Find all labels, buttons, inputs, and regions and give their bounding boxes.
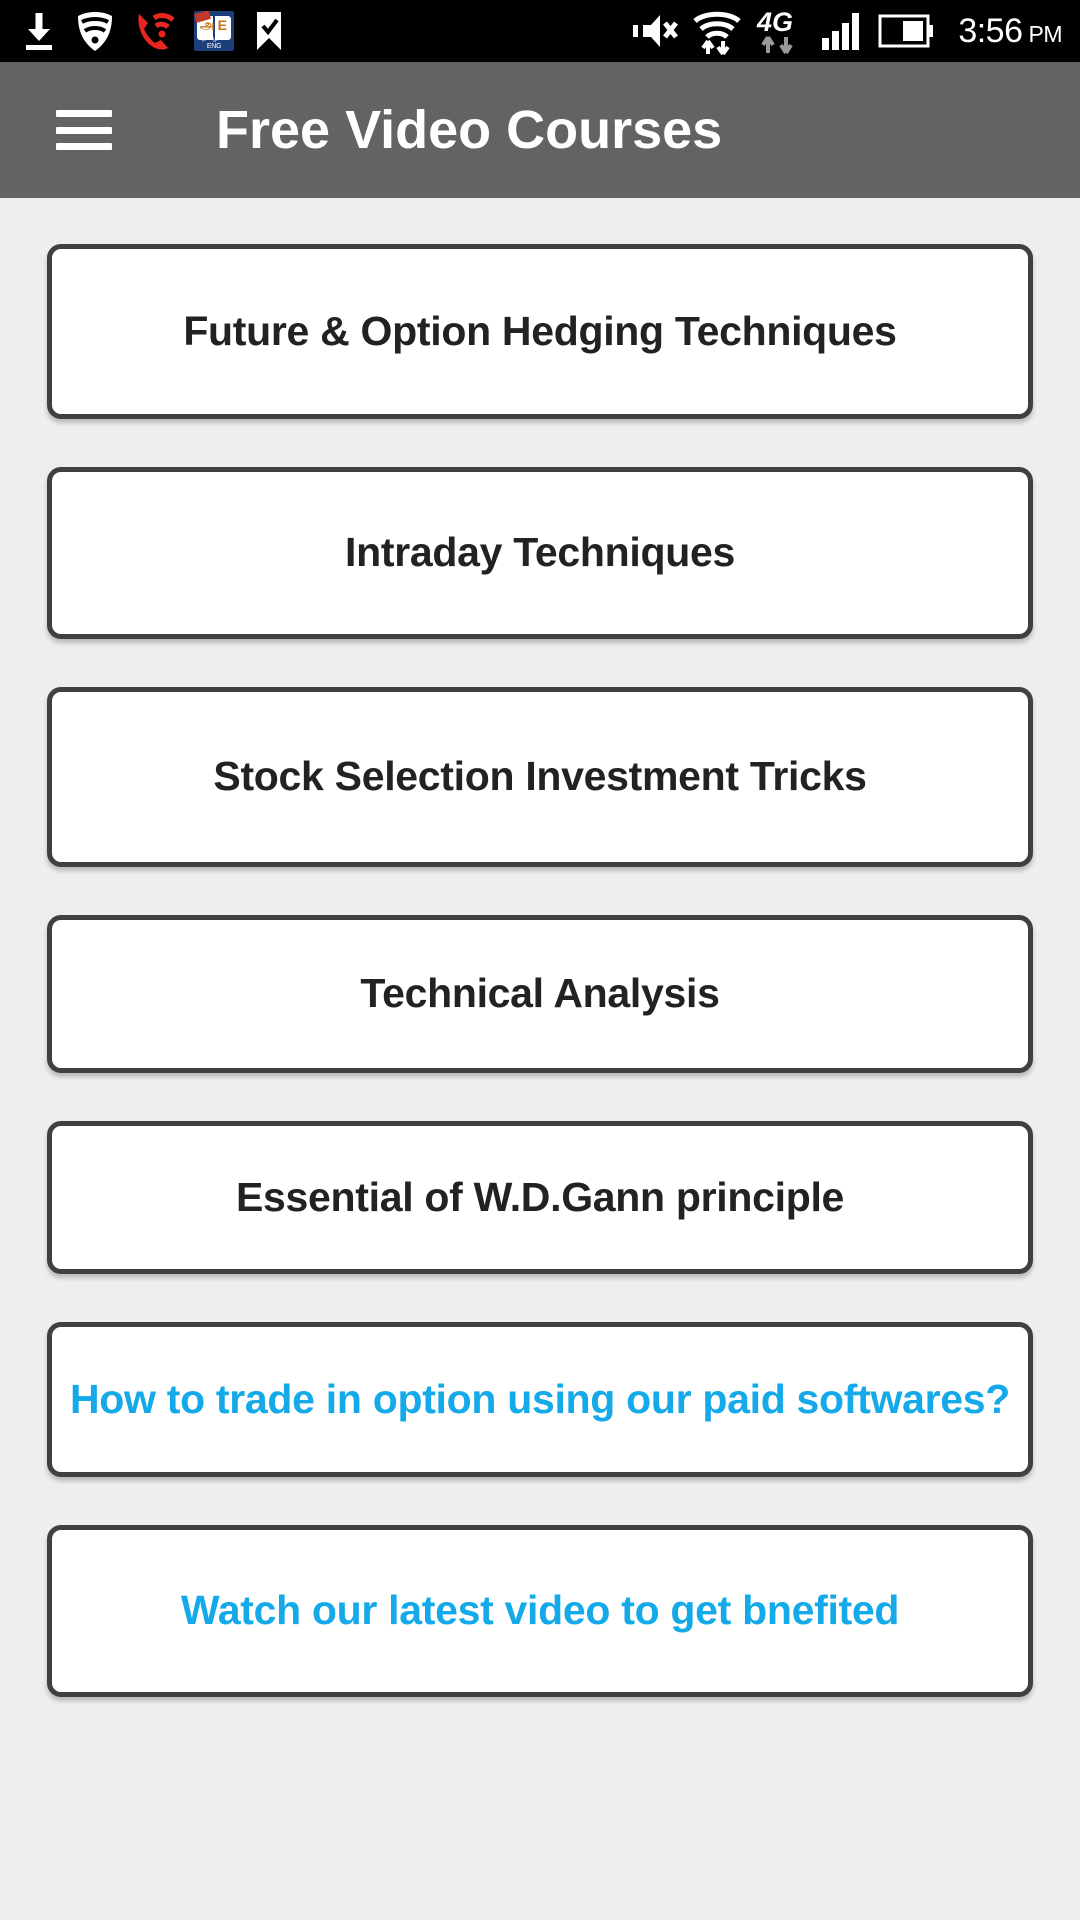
status-bar: அ E தமிழ் ↔ ENG 4G 3:56 PM <box>0 0 1080 62</box>
course-card-label: Technical Analysis <box>360 970 720 1017</box>
course-card-label: Intraday Techniques <box>345 529 735 576</box>
app-bar: Free Video Courses <box>0 62 1080 198</box>
dictionary-app-icon: அ E தமிழ் ↔ ENG <box>194 11 234 51</box>
download-icon <box>26 13 52 50</box>
status-bar-left-icons: அ E தமிழ் ↔ ENG <box>22 10 284 52</box>
course-card-label: How to trade in option using our paid so… <box>70 1375 1010 1422</box>
course-card-label: Future & Option Hedging Techniques <box>183 307 897 354</box>
page-title: Free Video Courses <box>216 100 723 160</box>
vowifi-call-icon <box>138 13 174 50</box>
clock-ampm: PM <box>1028 20 1063 47</box>
course-card-future-option-hedging-techniques[interactable]: Future & Option Hedging Techniques <box>47 244 1033 419</box>
dictionary-icon-english-letter: E <box>217 17 227 33</box>
hamburger-menu-icon[interactable] <box>56 110 112 150</box>
course-card-watch-latest-video[interactable]: Watch our latest video to get bnefited <box>47 1525 1033 1697</box>
course-card-intraday-techniques[interactable]: Intraday Techniques <box>47 467 1033 639</box>
course-card-how-to-trade-in-option-using-paid-softwares[interactable]: How to trade in option using our paid so… <box>47 1322 1033 1477</box>
course-list: Future & Option Hedging Techniques Intra… <box>0 198 1080 1920</box>
course-card-label: Essential of W.D.Gann principle <box>235 1173 845 1220</box>
svg-text:4G: 4G <box>756 7 793 37</box>
status-bar-clock: 3:56 PM <box>958 12 1062 51</box>
wifi-shield-icon <box>78 12 112 51</box>
course-card-label: Stock Selection Investment Tricks <box>213 753 867 800</box>
battery-icon <box>878 14 934 48</box>
network-4g-icon: 4G <box>756 7 793 55</box>
wifi-data-icon <box>693 11 741 55</box>
signal-bars-icon <box>822 13 860 50</box>
course-card-label: Watch our latest video to get bnefited <box>180 1587 900 1634</box>
checkmark-flag-icon <box>257 12 281 50</box>
status-bar-right-icons: 4G 3:56 PM <box>632 7 1062 55</box>
clock-time: 3:56 <box>958 11 1023 50</box>
volume-mute-icon <box>633 15 679 47</box>
course-card-stock-selection-investment-tricks[interactable]: Stock Selection Investment Tricks <box>47 687 1033 867</box>
course-card-essential-of-wd-gann-principle[interactable]: Essential of W.D.Gann principle <box>47 1121 1033 1274</box>
course-card-technical-analysis[interactable]: Technical Analysis <box>47 915 1033 1073</box>
dictionary-icon-footer: தமிழ் ↔ ENG <box>201 35 227 50</box>
